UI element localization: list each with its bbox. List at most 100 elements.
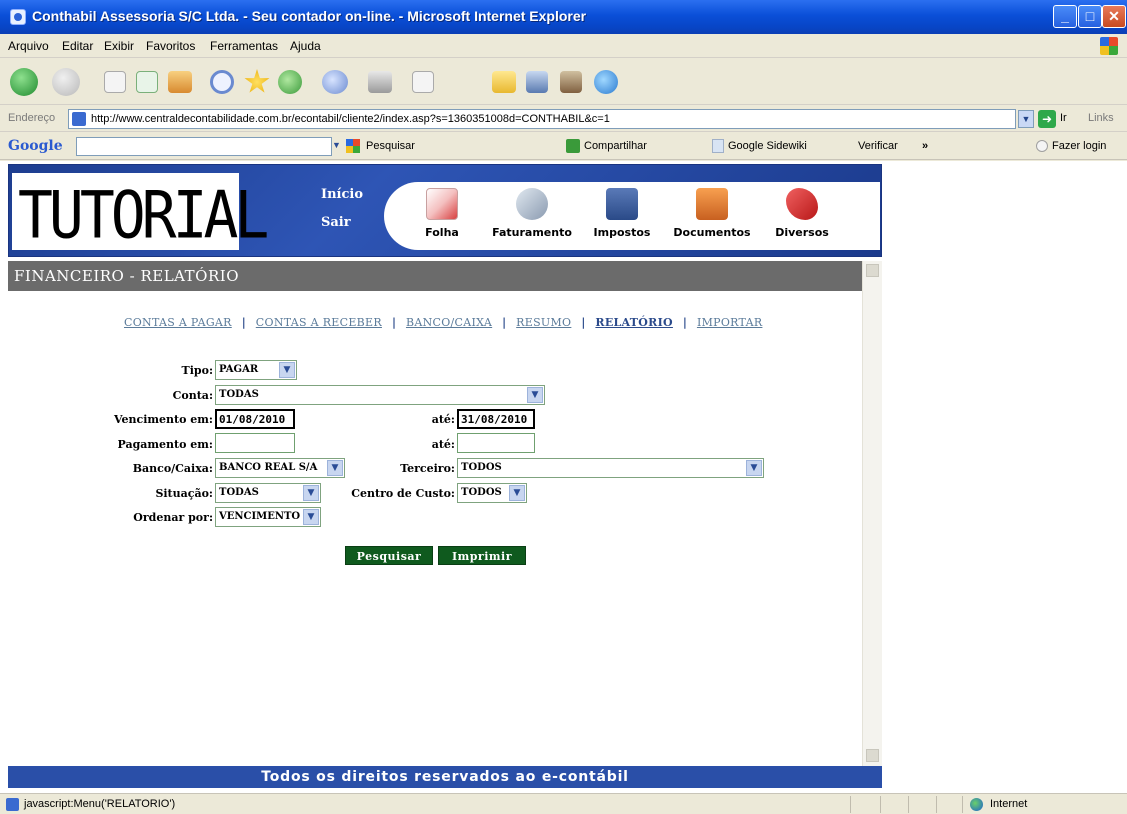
- messenger-icon[interactable]: [526, 71, 548, 93]
- google-search-icon: [346, 139, 360, 153]
- nav-documentos[interactable]: Documentos: [667, 188, 757, 239]
- ordenar-label: Ordenar por:: [133, 511, 213, 524]
- nav-impostos[interactable]: Impostos: [577, 188, 667, 239]
- internet-zone-icon: [970, 798, 983, 811]
- sair-link[interactable]: Sair: [321, 215, 351, 230]
- vencimento-de-input[interactable]: 01/08/2010: [215, 409, 295, 429]
- google-more-button[interactable]: »: [922, 140, 928, 152]
- vencimento-ate-label: até:: [431, 413, 455, 426]
- conta-label: Conta:: [172, 389, 213, 402]
- terceiro-label: Terceiro:: [400, 462, 455, 475]
- status-divider: [962, 796, 963, 813]
- address-dropdown-icon[interactable]: ▼: [1018, 110, 1034, 128]
- users-icon[interactable]: [594, 70, 618, 94]
- go-icon[interactable]: ➜: [1038, 110, 1056, 128]
- minimize-button[interactable]: _: [1053, 5, 1077, 28]
- menu-ajuda[interactable]: Ajuda: [290, 39, 321, 53]
- tools-icon: [786, 188, 818, 220]
- search-icon[interactable]: [210, 70, 234, 94]
- tipo-value: PAGAR: [219, 364, 259, 375]
- tab-relatorio[interactable]: RELATÓRIO: [595, 316, 673, 329]
- scroll-down-icon[interactable]: [866, 749, 879, 762]
- forward-icon[interactable]: [52, 68, 80, 96]
- nav-impostos-label: Impostos: [593, 226, 651, 239]
- security-zone: Internet: [990, 798, 1028, 810]
- calculator-icon: [606, 188, 638, 220]
- menu-exibir[interactable]: Exibir: [104, 39, 134, 53]
- google-verificar-button[interactable]: Verificar: [858, 140, 898, 152]
- back-icon[interactable]: [10, 68, 38, 96]
- google-toolbar: Google ▼ Pesquisar Compartilhar Google S…: [0, 133, 1127, 160]
- inicio-link[interactable]: Início: [321, 187, 363, 202]
- sidewiki-icon: [712, 139, 724, 153]
- page-icon: [6, 798, 19, 811]
- conta-select[interactable]: TODAS ▼: [215, 385, 545, 405]
- ordenar-select[interactable]: VENCIMENTO ▼: [215, 507, 321, 527]
- share-icon: [566, 139, 580, 153]
- pesquisar-button[interactable]: Pesquisar: [345, 546, 433, 565]
- banco-select[interactable]: BANCO REAL S/A ▼: [215, 458, 345, 478]
- tab-contas-a-pagar[interactable]: CONTAS A PAGAR: [124, 316, 232, 329]
- tipo-label: Tipo:: [181, 364, 213, 377]
- nav-diversos-label: Diversos: [775, 226, 829, 239]
- folder-icon[interactable]: [492, 71, 516, 93]
- scrollbar[interactable]: [862, 261, 882, 766]
- address-input[interactable]: http://www.centraldecontabilidade.com.br…: [68, 109, 1016, 129]
- maximize-button[interactable]: □: [1078, 5, 1102, 28]
- tab-separator: |: [241, 316, 246, 329]
- pagamento-de-input[interactable]: [215, 433, 295, 453]
- menu-ferramentas[interactable]: Ferramentas: [210, 39, 278, 53]
- centro-custo-select[interactable]: TODOS ▼: [457, 483, 527, 503]
- module-nav: Folha Faturamento Impostos Documentos Di…: [384, 182, 880, 250]
- google-search-input[interactable]: [76, 137, 332, 156]
- menu-favoritos[interactable]: Favoritos: [146, 39, 195, 53]
- terceiro-value: TODOS: [461, 462, 502, 473]
- google-login-button[interactable]: Fazer login: [1052, 140, 1106, 152]
- faturamento-icon: [516, 188, 548, 220]
- go-button[interactable]: Ir: [1060, 112, 1067, 124]
- status-divider: [908, 796, 909, 813]
- address-bar: Endereço http://www.centraldecontabilida…: [0, 106, 1127, 132]
- print-icon[interactable]: [368, 71, 392, 93]
- nav-faturamento-label: Faturamento: [492, 226, 572, 239]
- edit-icon[interactable]: [412, 71, 434, 93]
- mail-icon[interactable]: [322, 70, 348, 94]
- terceiro-select[interactable]: TODOS ▼: [457, 458, 764, 478]
- nav-faturamento[interactable]: Faturamento: [487, 188, 577, 239]
- google-search-dropdown-icon[interactable]: ▼: [332, 140, 341, 150]
- box-icon: [696, 188, 728, 220]
- tipo-select[interactable]: PAGAR ▼: [215, 360, 297, 380]
- section-title: FINANCEIRO - RELATÓRIO: [8, 261, 862, 291]
- google-pesquisar-button[interactable]: Pesquisar: [366, 140, 415, 152]
- vencimento-ate-input[interactable]: 31/08/2010: [457, 409, 535, 429]
- home-icon[interactable]: [168, 71, 192, 93]
- links-button[interactable]: Links: [1088, 112, 1114, 124]
- nav-diversos[interactable]: Diversos: [757, 188, 847, 239]
- stop-icon[interactable]: [104, 71, 126, 93]
- pagamento-ate-input[interactable]: [457, 433, 535, 453]
- imprimir-button[interactable]: Imprimir: [438, 546, 526, 565]
- refresh-icon[interactable]: [136, 71, 158, 93]
- nav-folha[interactable]: Folha: [397, 188, 487, 239]
- page-viewport: TUTORIAL Início Sair Folha Faturamento I…: [0, 161, 1127, 793]
- status-bar: javascript:Menu('RELATORIO') Internet: [0, 793, 1127, 814]
- research-icon[interactable]: [560, 71, 582, 93]
- history-icon[interactable]: [278, 70, 302, 94]
- google-sidewiki-button[interactable]: Google Sidewiki: [728, 140, 807, 152]
- menu-arquivo[interactable]: Arquivo: [8, 39, 49, 53]
- situacao-select[interactable]: TODAS ▼: [215, 483, 321, 503]
- nav-folha-label: Folha: [425, 226, 459, 239]
- tab-resumo[interactable]: RESUMO: [516, 316, 571, 329]
- nav-documentos-label: Documentos: [673, 226, 751, 239]
- tab-banco-caixa[interactable]: BANCO/CAIXA: [406, 316, 492, 329]
- favorites-icon[interactable]: [244, 69, 270, 93]
- google-compartilhar-button[interactable]: Compartilhar: [584, 140, 647, 152]
- close-button[interactable]: ✕: [1102, 5, 1126, 28]
- tab-separator: |: [391, 316, 396, 329]
- login-icon: [1036, 140, 1048, 152]
- tab-contas-a-receber[interactable]: CONTAS A RECEBER: [256, 316, 382, 329]
- google-logo: Google: [8, 138, 63, 154]
- scroll-up-icon[interactable]: [866, 264, 879, 277]
- tab-importar[interactable]: IMPORTAR: [697, 316, 762, 329]
- menu-editar[interactable]: Editar: [62, 39, 93, 53]
